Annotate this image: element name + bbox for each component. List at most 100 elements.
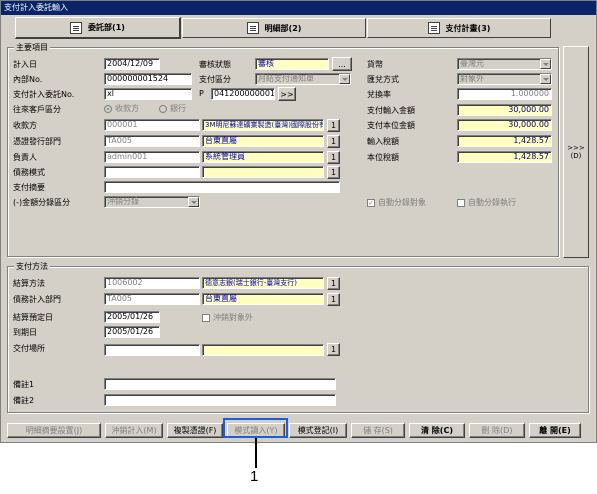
clear-button[interactable]: 清 除(C) [409,423,465,438]
tab-bar: 委託部(1) 明細部(2) 支付計畫(3) [1,16,596,40]
settle-date-field[interactable]: 2005/01/26 [104,311,160,323]
input-tax-label: 輸入稅額 [367,137,399,146]
entry-date-field[interactable]: 2004/12/09 [104,58,160,70]
exchange-rate-field[interactable]: 1.000000 [457,88,552,100]
voucher-dept-name-field: 台東直屬 [202,135,324,147]
settle-method-label: 結算方法 [13,279,45,288]
offset-target-checkbox[interactable]: 沖銷對象外 [202,312,253,323]
radio-bank-dot [159,104,167,113]
liability-mode-lookup-button[interactable]: 1 [327,166,340,179]
liability-mode-field[interactable] [104,166,200,178]
document-icon [246,22,259,34]
window-title: 支付計入委託輸入 [1,1,596,15]
input-tax-field[interactable]: 1,428.57 [457,135,552,147]
exchange-rate-label: 兌換率 [367,90,391,99]
main-window: 支付計入委託輸入 委託部(1) 明細部(2) 支付計畫(3) 主要項目 計入日 … [0,0,597,443]
side-expand-arrows: >>> [567,144,585,152]
settle-code-field[interactable]: 1006002 [104,277,200,289]
local-tax-field[interactable]: 1,428.57 [457,151,552,163]
internal-no-field[interactable]: 000000001524 [104,73,192,85]
copy-voucher-button[interactable]: 複製憑證(F) [167,423,223,438]
person-lookup-button[interactable]: 1 [327,151,340,164]
summary-label: 支付摘要 [13,183,45,192]
payee-lookup-button[interactable]: 1 [327,119,340,132]
person-code-field[interactable]: admin001 [104,151,200,163]
debt-dept-code-field[interactable]: TA005 [104,293,200,305]
currency-value: 臺灣元 [460,59,484,68]
offset-target-check-icon [202,313,210,322]
liability-mode-lookup-label: 1 [330,168,337,177]
entry-date-label: 計入日 [13,60,37,69]
payee-name-field: 3M明尼蘇達礦業製造(臺灣)國際股份有限公司 [202,119,324,131]
auto-split-checkbox[interactable]: ✓ 自動分錄對象 [367,197,426,208]
voucher-dept-code-field[interactable]: TA005 [104,135,200,147]
payee-code-field[interactable]: 000001 [104,119,200,131]
exchange-method-label: 匯兌方式 [367,75,399,84]
chevron-down-icon [540,59,551,69]
tab-detail[interactable]: 明細部(2) [182,18,366,38]
auto-exec-label: 自動分錄執行 [468,198,516,207]
copy-voucher-label: 複製憑證(F) [173,426,217,435]
amount-type-select[interactable]: 沖銷分錄 [104,196,200,208]
settle-lookup-label: 1 [330,279,337,288]
payee-label: 收款方 [13,121,37,130]
review-status-more-button[interactable]: ... [332,57,352,71]
amount-type-value: 沖銷分錄 [107,197,139,206]
delete-button[interactable]: 刪 除(D) [469,423,525,438]
settle-date-label: 結算預定日 [13,313,53,322]
offset-target-label: 沖銷對象外 [213,313,253,322]
p-next-label: >> [280,89,294,99]
detail-summary-label: 明細摘要設置(J) [25,426,83,435]
exchange-method-value: 對象外 [460,74,484,83]
person-name-field: 系統管理員 [202,151,324,163]
voucher-dept-label: 憑證發行部門 [13,137,61,146]
exchange-method-select[interactable]: 對象外 [457,73,552,85]
due-date-field[interactable]: 2005/01/26 [104,326,160,338]
tab-request[interactable]: 委託部(1) [15,17,181,39]
payment-amount-field[interactable]: 30,000.00 [457,104,552,116]
settle-name-field: 德意志銀(瑞士銀行-臺灣支行) [202,277,324,289]
payment-type-select[interactable]: 月結支付通知單 [255,73,351,85]
local-amount-field[interactable]: 30,000.00 [457,119,552,131]
chevron-down-icon [540,74,551,84]
note2-field[interactable] [104,394,336,406]
note2-label: 備註2 [13,396,35,405]
register-template-button[interactable]: 模式登記(I) [289,423,347,438]
p-field[interactable]: 0412000000010 [211,88,275,100]
amount-type-label: (-)金額分錄區分 [13,198,71,207]
settle-lookup-button[interactable]: 1 [327,277,340,290]
voucher-dept-lookup-button[interactable]: 1 [327,135,340,148]
payment-amount-label: 支付輸入金額 [367,106,415,115]
place-lookup-button[interactable]: 1 [327,343,340,356]
p-next-button[interactable]: >> [278,87,296,101]
offset-entry-button[interactable]: 沖銷計入(M) [105,423,163,438]
save-button[interactable]: 儲 存(S) [351,423,405,438]
radio-bank[interactable]: 銀行 [159,103,186,114]
currency-select[interactable]: 臺灣元 [457,58,552,70]
note1-field[interactable] [104,378,336,390]
payment-type-value: 月結支付通知單 [258,74,314,83]
local-tax-label: 本位稅額 [367,153,399,162]
place-field[interactable] [104,344,200,356]
auto-exec-checkbox[interactable]: 自動分錄執行 [457,197,516,208]
payment-method-title: 支付方法 [14,261,50,272]
register-template-label: 模式登記(I) [297,426,339,435]
more-label: ... [338,59,346,69]
exit-button[interactable]: 離 開(E) [529,423,581,438]
detail-summary-button[interactable]: 明細摘要設置(J) [7,423,101,438]
person-lookup-label: 1 [330,153,337,162]
radio-payer[interactable]: 收款方 [104,103,139,114]
tab-payment-plan[interactable]: 支付計畫(3) [367,18,551,38]
liability-mode-label: 債務模式 [13,168,45,177]
summary-field[interactable] [104,181,340,193]
radio-payer-dot [104,104,112,113]
p-label: P [199,89,204,98]
request-no-field[interactable]: xl [104,88,192,100]
side-expand-button[interactable]: >>> (D) [563,46,589,258]
chevron-down-icon [339,74,350,84]
local-amount-label: 支付本位金額 [367,121,415,130]
callout-highlight-box [223,418,288,438]
tab-payment-plan-label: 支付計畫(3) [445,23,491,33]
debt-dept-lookup-button[interactable]: 1 [327,293,340,306]
place-name-field [202,344,324,356]
